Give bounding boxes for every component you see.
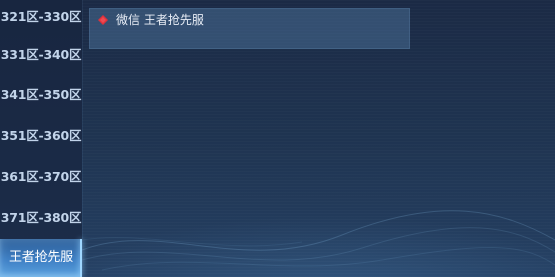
- server-card[interactable]: 微信 王者抢先服: [89, 8, 410, 49]
- server-name-label: 微信 王者抢先服: [116, 13, 204, 27]
- zone-sidebar: 321区-330区 331区-340区 341区-350区 351区-360区 …: [0, 0, 82, 277]
- wave-decoration: [82, 210, 555, 271]
- zone-tab-331-340[interactable]: 331区-340区: [0, 40, 82, 70]
- zone-tab-361-370[interactable]: 361区-370区: [0, 162, 82, 192]
- zone-tab-351-360[interactable]: 351区-360区: [0, 121, 82, 151]
- zone-tab-341-350[interactable]: 341区-350区: [0, 80, 82, 110]
- zone-tab-early-access-server[interactable]: 王者抢先服: [0, 239, 82, 277]
- zone-tab-321-330[interactable]: 321区-330区: [0, 2, 82, 32]
- red-diamond-status-icon: [98, 15, 108, 25]
- zone-tab-371-380[interactable]: 371区-380区: [0, 203, 82, 233]
